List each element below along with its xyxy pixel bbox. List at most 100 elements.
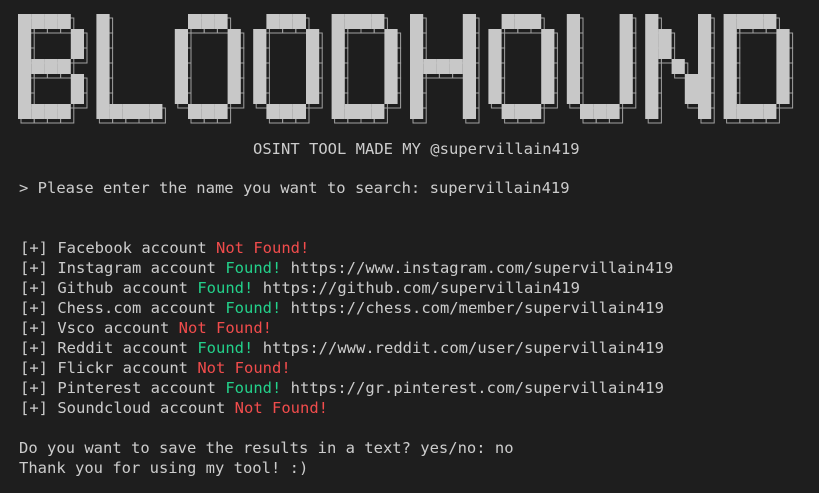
banner-pixel — [566, 14, 580, 29]
banner-pixel — [214, 104, 228, 119]
result-row: [+] Soundcloud account Not Found! — [20, 398, 328, 418]
banner-pixel — [31, 104, 45, 119]
status-found: Found! — [197, 279, 254, 297]
banner-pixel — [698, 44, 712, 59]
banner-pixel — [266, 14, 280, 29]
status-not-found: Not Found! — [216, 239, 310, 257]
banner-pixel — [619, 59, 633, 74]
banner-pixel — [684, 89, 698, 104]
result-prefix: [+] — [20, 259, 48, 277]
banner-pixel — [96, 104, 110, 119]
banner-pixel — [96, 89, 110, 104]
banner-pixel — [96, 59, 110, 74]
banner-pixel — [44, 14, 58, 29]
banner-pixel — [96, 14, 110, 29]
bloodhound-ascii-banner — [18, 14, 794, 124]
banner-pixel — [149, 104, 163, 119]
banner-pixel — [18, 14, 32, 29]
banner-pixel — [358, 104, 372, 119]
banner-pixel — [488, 44, 502, 59]
banner-pixel — [619, 14, 633, 29]
result-row: [+] Instagram account Found! https://www… — [20, 258, 673, 278]
result-account-name: Vsco account — [57, 319, 170, 337]
banner-pixel — [331, 89, 345, 104]
banner-pixel — [698, 89, 712, 104]
save-prompt: Do you want to save the results in a tex… — [19, 438, 514, 458]
banner-pixel — [541, 29, 555, 44]
banner-pixel — [736, 14, 750, 29]
banner-pixel — [645, 44, 659, 59]
banner-pixel — [57, 59, 71, 74]
result-profile-link[interactable]: https://www.instagram.com/supervillain41… — [291, 259, 674, 277]
banner-pixel — [331, 44, 345, 59]
banner-pixel — [776, 89, 790, 104]
banner-pixel — [292, 104, 306, 119]
banner-pixel — [645, 29, 659, 44]
result-profile-link[interactable]: https://gr.pinterest.com/supervillain419 — [291, 379, 664, 397]
banner-pixel — [227, 44, 241, 59]
banner-pixel — [566, 74, 580, 89]
banner-pixel — [410, 59, 424, 74]
banner-pixel — [723, 44, 737, 59]
banner-pixel — [70, 44, 84, 59]
result-row: [+] Reddit account Found! https://www.re… — [20, 338, 664, 358]
banner-pixel — [227, 59, 241, 74]
banner-pixel — [658, 29, 672, 44]
result-profile-link[interactable]: https://www.reddit.com/user/supervillain… — [263, 339, 664, 357]
banner-pixel — [174, 29, 188, 44]
banner-pixel — [488, 29, 502, 44]
banner-pixel — [423, 59, 437, 74]
banner-pixel — [723, 59, 737, 74]
search-input-value[interactable]: supervillain419 — [430, 179, 570, 197]
banner-pixel — [776, 29, 790, 44]
banner-pixel — [18, 89, 32, 104]
banner-pixel — [306, 44, 320, 59]
banner-pixel — [18, 44, 32, 59]
banner-pixel — [57, 104, 71, 119]
banner-pixel — [174, 74, 188, 89]
result-profile-link[interactable]: https://chess.com/member/supervillain419 — [291, 299, 664, 317]
result-prefix: [+] — [20, 299, 48, 317]
save-input-value[interactable]: no — [495, 439, 514, 457]
banner-pixel — [253, 89, 267, 104]
banner-pixel — [410, 89, 424, 104]
banner-pixel — [619, 89, 633, 104]
banner-pixel — [384, 44, 398, 59]
result-row: [+] Flickr account Not Found! — [20, 358, 291, 378]
banner-pixel — [371, 14, 385, 29]
banner-pixel — [462, 74, 476, 89]
banner-pixel — [698, 59, 712, 74]
banner-pixel — [619, 74, 633, 89]
subtitle: OSINT TOOL MADE MY @supervillain419 — [253, 140, 580, 158]
banner-pixel — [253, 29, 267, 44]
banner-pixel — [541, 59, 555, 74]
banner-pixel — [501, 14, 515, 29]
result-prefix: [+] — [20, 239, 48, 257]
banner-pixel — [723, 89, 737, 104]
banner-pixel — [776, 59, 790, 74]
banner-pixel — [227, 29, 241, 44]
search-prompt: > Please enter the name you want to sear… — [19, 178, 570, 198]
status-found: Found! — [197, 339, 254, 357]
banner-pixel — [436, 59, 450, 74]
banner-pixel — [331, 14, 345, 29]
banner-pixel — [723, 104, 737, 119]
banner-pixel — [306, 59, 320, 74]
result-prefix: [+] — [20, 359, 48, 377]
result-account-name: Chess.com account — [57, 299, 216, 317]
banner-pixel — [723, 14, 737, 29]
banner-pixel — [344, 104, 358, 119]
result-account-name: Soundcloud account — [57, 399, 226, 417]
banner-pixel — [227, 89, 241, 104]
banner-pixel — [188, 14, 202, 29]
banner-pixel — [410, 74, 424, 89]
banner-pixel — [279, 104, 293, 119]
banner-pixel — [410, 29, 424, 44]
banner-text — [18, 14, 794, 124]
banner-pixel — [645, 74, 659, 89]
banner-pixel — [723, 29, 737, 44]
banner-pixel — [658, 44, 672, 59]
banner-pixel — [18, 74, 32, 89]
banner-pixel — [462, 29, 476, 44]
result-profile-link[interactable]: https://github.com/supervillain419 — [263, 279, 580, 297]
